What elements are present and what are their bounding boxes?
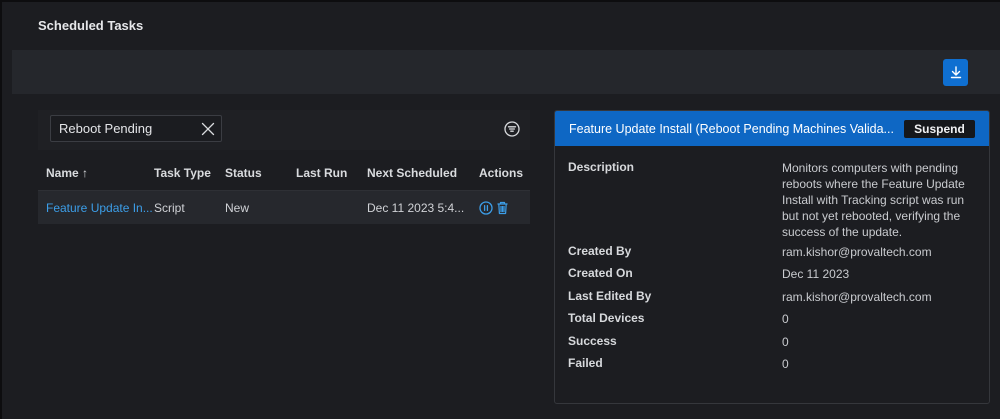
field-label: Total Devices [568, 311, 645, 325]
status-cell: New [225, 201, 250, 215]
field-value: ram.kishor@provaltech.com [782, 290, 932, 304]
task-type-cell: Script [154, 201, 185, 215]
field-value: 0 [782, 357, 789, 371]
filter-row [38, 110, 530, 150]
filter-icon[interactable] [504, 121, 520, 137]
field-label: Description [568, 160, 635, 174]
field-value: 0 [782, 335, 789, 349]
sort-arrow-up-icon: ↑ [82, 166, 89, 180]
trash-icon[interactable] [496, 201, 509, 215]
close-icon[interactable] [201, 122, 215, 136]
pause-icon[interactable] [479, 201, 493, 215]
page-title: Scheduled Tasks [38, 18, 144, 33]
column-header-actions: Actions [479, 166, 524, 180]
detail-header: Feature Update Install (Reboot Pending M… [555, 111, 989, 146]
task-detail-panel: Feature Update Install (Reboot Pending M… [554, 110, 990, 404]
field-label: Failed [568, 356, 603, 370]
search-box [50, 115, 222, 142]
field-value: 0 [782, 312, 789, 326]
table-row[interactable]: Feature Update In... Script New Dec 11 2… [38, 191, 530, 224]
column-header-last-run[interactable]: Last Run [296, 166, 347, 180]
field-value: Dec 11 2023 [782, 267, 850, 281]
tasks-table: Name ↑ Task Type Status Last Run Next Sc… [38, 154, 530, 224]
toolbar [12, 50, 1000, 94]
table-header: Name ↑ Task Type Status Last Run Next Sc… [38, 154, 530, 191]
field-label: Last Edited By [568, 289, 652, 303]
next-scheduled-cell: Dec 11 2023 5:4... [367, 201, 465, 215]
column-header-name[interactable]: Name ↑ [46, 166, 88, 180]
download-icon [950, 66, 961, 79]
suspend-button[interactable]: Suspend [904, 120, 975, 138]
app-frame: Scheduled Tasks Name [0, 0, 1000, 419]
column-label: Name [46, 166, 79, 180]
detail-title: Feature Update Install (Reboot Pending M… [569, 122, 894, 136]
row-actions [479, 201, 509, 215]
column-header-task-type[interactable]: Task Type [154, 166, 211, 180]
column-header-next-scheduled[interactable]: Next Scheduled [367, 166, 457, 180]
task-list-panel: Name ↑ Task Type Status Last Run Next Sc… [38, 110, 530, 232]
field-value: Monitors computers with pending reboots … [782, 161, 965, 239]
field-label: Success [568, 334, 617, 348]
task-name-link[interactable]: Feature Update In... [46, 201, 153, 215]
field-label: Created By [568, 244, 632, 258]
download-button[interactable] [943, 59, 968, 86]
field-label: Created On [568, 266, 633, 280]
search-input[interactable] [59, 119, 189, 138]
field-value: ram.kishor@provaltech.com [782, 245, 932, 259]
column-header-status[interactable]: Status [225, 166, 262, 180]
